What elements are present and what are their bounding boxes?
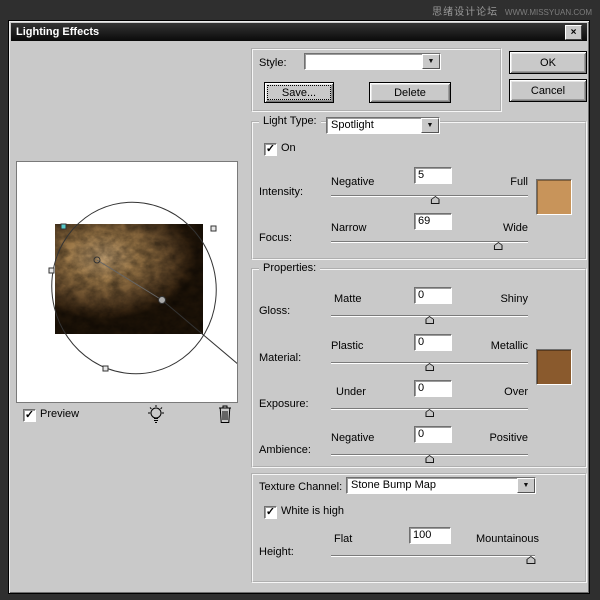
ellipse-handle-top[interactable]	[60, 223, 67, 230]
exposure-slider[interactable]	[331, 406, 528, 418]
ambience-input[interactable]: 0	[414, 426, 452, 443]
on-checkbox[interactable]	[264, 143, 277, 156]
intensity-slider-thumb[interactable]	[430, 196, 440, 204]
ok-button[interactable]: OK	[509, 51, 587, 74]
height-slider-track	[331, 555, 535, 557]
light-type-dropdown-value: Spotlight	[331, 119, 374, 131]
dialog-title: Lighting Effects	[16, 26, 100, 38]
watermark: 思绪设计论坛 WWW.MISSYUAN.COM	[432, 3, 592, 18]
ellipse-handle-right[interactable]	[210, 225, 217, 232]
material-slider[interactable]	[331, 360, 528, 372]
exposure-right-label: Over	[504, 386, 528, 398]
delete-button[interactable]: Delete	[369, 82, 451, 103]
focus-label: Focus:	[259, 232, 293, 244]
light-type-dropdown[interactable]: Spotlight	[326, 117, 440, 134]
ellipse-handle-bottom[interactable]	[102, 365, 109, 372]
texture-channel-dropdown-value: Stone Bump Map	[351, 479, 436, 491]
material-input[interactable]: 0	[414, 334, 452, 351]
style-label: Style:	[259, 57, 287, 69]
gloss-left-label: Matte	[334, 293, 362, 305]
titlebar[interactable]: Lighting Effects	[11, 23, 587, 41]
ambience-slider[interactable]	[331, 452, 528, 464]
gloss-label: Gloss:	[259, 305, 291, 317]
intensity-right-label: Full	[510, 176, 528, 188]
save-button-label: Save...	[281, 86, 317, 99]
ok-button-label: OK	[540, 56, 556, 69]
chevron-down-icon[interactable]	[517, 478, 535, 493]
material-right-label: Metallic	[490, 340, 528, 352]
material-color-swatch[interactable]	[536, 349, 572, 385]
gloss-slider[interactable]	[331, 313, 528, 325]
exposure-slider-thumb[interactable]	[425, 409, 434, 417]
ellipse-handle-left[interactable]	[48, 267, 55, 274]
focus-slider-thumb[interactable]	[493, 242, 503, 250]
trash-icon[interactable]	[217, 404, 233, 424]
intensity-label: Intensity:	[259, 186, 304, 198]
ambience-slider-thumb[interactable]	[425, 455, 434, 463]
light-direction-handle[interactable]	[158, 296, 166, 304]
preview-checkbox[interactable]	[23, 409, 36, 422]
focus-input[interactable]: 69	[414, 213, 452, 230]
gloss-slider-thumb[interactable]	[425, 316, 434, 324]
intensity-slider[interactable]	[331, 193, 528, 205]
cancel-button-label: Cancel	[530, 84, 566, 97]
exposure-left-label: Under	[336, 386, 366, 398]
height-left-label: Flat	[334, 533, 353, 545]
height-label: Height:	[259, 546, 294, 558]
exposure-label: Exposure:	[259, 398, 309, 410]
intensity-left-label: Negative	[331, 176, 375, 188]
close-icon[interactable]	[565, 24, 582, 40]
preview-area[interactable]	[16, 161, 238, 403]
material-left-label: Plastic	[331, 340, 364, 352]
style-dropdown[interactable]	[304, 53, 441, 70]
texture-channel-label: Texture Channel:	[259, 481, 343, 493]
chevron-down-icon[interactable]	[422, 54, 440, 69]
delete-button-label: Delete	[394, 86, 426, 99]
intensity-slider-track	[331, 195, 528, 197]
height-right-label: Mountainous	[476, 533, 539, 545]
exposure-input[interactable]: 0	[414, 380, 452, 397]
white-is-high-checkbox[interactable]	[264, 506, 277, 519]
spotlight-widget[interactable]	[17, 162, 237, 402]
focus-slider[interactable]	[331, 239, 528, 251]
height-slider[interactable]	[331, 553, 536, 565]
height-slider-thumb[interactable]	[526, 556, 536, 564]
style-dropdown-value	[305, 54, 422, 69]
light-bulb-icon[interactable]	[147, 404, 165, 425]
gloss-right-label: Shiny	[500, 293, 528, 305]
light-type-group-label: Light Type:	[259, 115, 321, 127]
white-is-high-label: White is high	[281, 505, 344, 517]
texture-channel-dropdown[interactable]: Stone Bump Map	[346, 477, 536, 494]
intensity-input[interactable]: 5	[414, 167, 452, 184]
save-button[interactable]: Save...	[264, 82, 334, 103]
gloss-input[interactable]: 0	[414, 287, 452, 304]
focus-right-label: Wide	[502, 222, 528, 234]
watermark-site-text: 思绪设计论坛	[432, 7, 499, 18]
preview-label: Preview	[40, 408, 80, 420]
lighting-effects-dialog: Lighting Effects Style: Save... Delete O…	[8, 20, 590, 594]
on-label: On	[281, 142, 296, 154]
height-input[interactable]: 100	[409, 527, 451, 544]
ambience-left-label: Negative	[331, 432, 375, 444]
ambience-label: Ambience:	[259, 444, 311, 456]
properties-group-label: Properties:	[259, 262, 321, 274]
ambience-right-label: Positive	[489, 432, 528, 444]
material-slider-thumb[interactable]	[425, 363, 434, 371]
light-color-swatch[interactable]	[536, 179, 572, 215]
watermark-url-text: WWW.MISSYUAN.COM	[504, 8, 592, 17]
focus-left-label: Narrow	[331, 222, 367, 234]
chevron-down-icon[interactable]	[421, 118, 439, 133]
material-label: Material:	[259, 352, 302, 364]
cancel-button[interactable]: Cancel	[509, 79, 587, 102]
